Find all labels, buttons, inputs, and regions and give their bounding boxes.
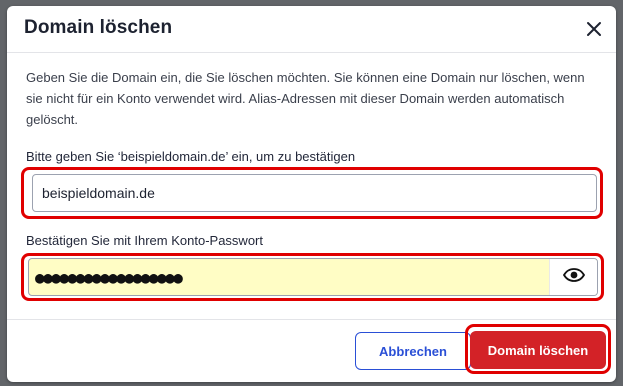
show-password-button[interactable] (549, 259, 597, 295)
password-label: Bestätigen Sie mit Ihrem Konto-Passwort (26, 233, 263, 248)
footer-divider (7, 319, 616, 320)
dialog-title: Domain löschen (24, 17, 173, 38)
delete-domain-dialog: Domain löschen Geben Sie die Domain ein,… (7, 6, 616, 382)
dialog-header: Domain löschen (7, 6, 616, 53)
cancel-button[interactable]: Abbrechen (355, 332, 471, 370)
password-field (28, 258, 598, 296)
delete-domain-button[interactable]: Domain löschen (470, 331, 606, 369)
password-input[interactable] (29, 259, 549, 295)
dialog-description: Geben Sie die Domain ein, die Sie lösche… (26, 70, 585, 127)
confirm-domain-label: Bitte geben Sie ‘beispieldomain.de’ ein,… (26, 149, 356, 164)
close-icon[interactable] (584, 19, 604, 39)
confirm-domain-input[interactable] (32, 174, 597, 212)
eye-icon (562, 267, 585, 287)
